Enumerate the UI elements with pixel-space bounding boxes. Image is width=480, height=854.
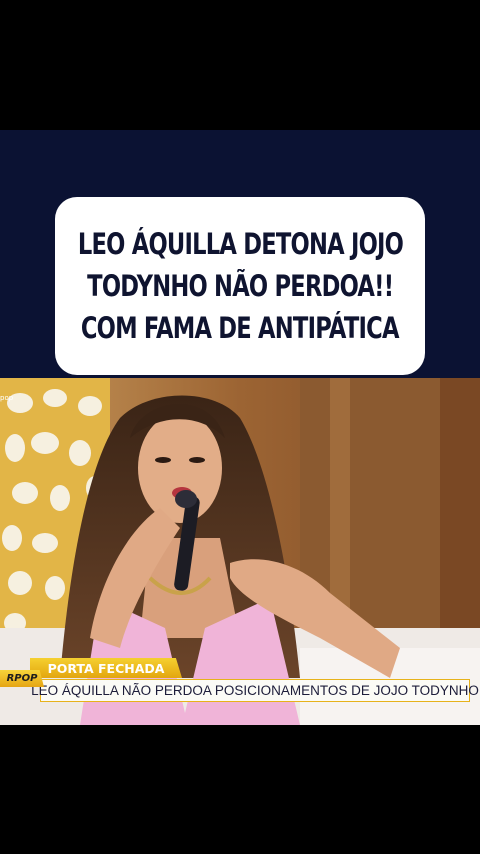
headline-line-1: LEO ÁQUILLA DETONA JOJO: [77, 227, 403, 261]
lower-third-caption: LEO ÁQUILLA NÃO PERDOA POSICIONAMENTOS D…: [31, 679, 479, 702]
bottom-letterbox: [0, 725, 480, 854]
headline-line-2: TODYNHO NÃO PERDOA!!: [86, 269, 394, 303]
channel-logo: RPOP: [0, 670, 44, 687]
headline-line-3: COM FAMA DE ANTIPÁTICA: [81, 311, 400, 345]
lower-third-tag: PORTA FECHADA: [30, 658, 182, 678]
headline-card: LEO ÁQUILLA DETONA JOJO TODYNHO NÃO PERD…: [55, 197, 425, 375]
channel-watermark: pop: [0, 394, 14, 402]
top-letterbox: [0, 0, 480, 130]
